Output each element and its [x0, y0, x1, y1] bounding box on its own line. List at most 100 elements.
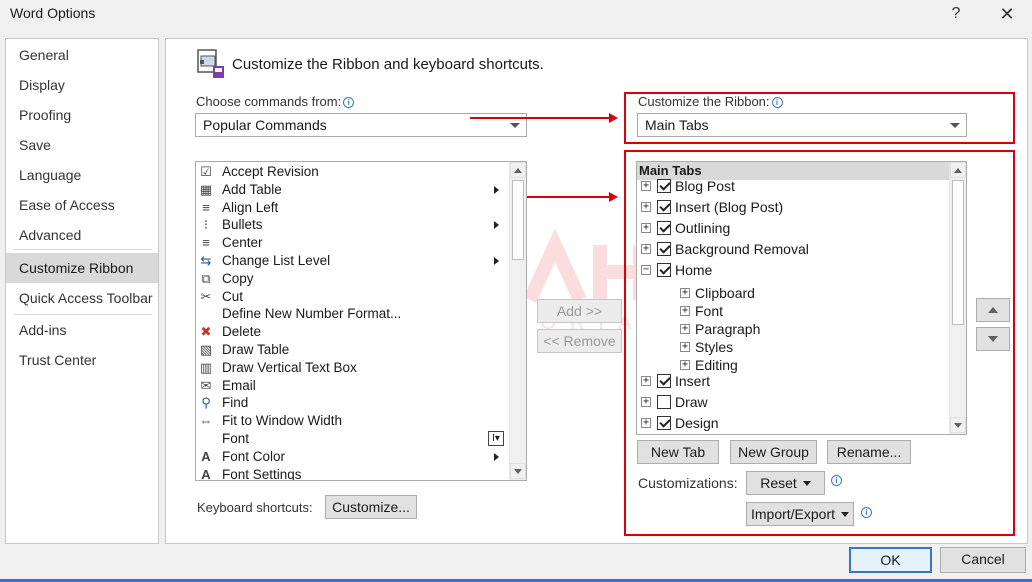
tab-checkbox[interactable] [657, 200, 671, 214]
expand-icon[interactable]: + [641, 202, 651, 212]
list-item-label: Email [222, 377, 256, 393]
list-item[interactable]: ✖ Delete [196, 323, 508, 341]
window-title: Word Options [10, 5, 96, 21]
cancel-button[interactable]: Cancel [940, 547, 1026, 573]
chevron-down-icon [802, 481, 811, 486]
scroll-up-button[interactable] [950, 162, 966, 178]
tree-item[interactable]: + Insert (Blog Post) [637, 197, 950, 218]
scroll-down-button[interactable] [510, 463, 526, 479]
rename-button[interactable]: Rename... [827, 440, 911, 464]
tree-item[interactable]: + Outlining [637, 218, 950, 239]
commands-list[interactable]: ☑ Accept Revision ▦ Add Table ≡ Align Left ⁝ Bu… [195, 161, 527, 481]
list-item-label: Accept Revision [222, 164, 319, 179]
ok-button[interactable]: OK [849, 547, 932, 573]
nav-item-quick-access-toolbar[interactable]: Quick Access Toolbar [6, 283, 158, 313]
expand-icon[interactable]: + [680, 324, 690, 334]
help-button[interactable]: ? [936, 0, 976, 28]
list-item[interactable]: ⁝ Bullets [196, 216, 508, 234]
expand-icon[interactable]: + [641, 397, 651, 407]
list-item[interactable]: ✉ Email [196, 377, 508, 395]
ribbon-tabs-tree[interactable]: Main Tabs + Blog Post + Insert (Blog Post) +… [636, 161, 967, 435]
list-item[interactable]: ▦ Add Table [196, 181, 508, 199]
nav-item-display[interactable]: Display [6, 70, 158, 100]
tab-checkbox[interactable] [657, 179, 671, 193]
commands-scrollbar[interactable] [509, 162, 526, 480]
expand-icon[interactable]: + [680, 288, 690, 298]
nav-item-advanced[interactable]: Advanced [6, 220, 158, 250]
new-group-button[interactable]: New Group [730, 440, 817, 464]
collapse-icon[interactable]: − [641, 265, 651, 275]
nav-item-customize-ribbon[interactable]: Customize Ribbon [6, 253, 158, 283]
customize-shortcuts-button[interactable]: Customize... [325, 495, 417, 519]
tree-item[interactable]: + Design [637, 413, 950, 434]
list-item-label: Change List Level [222, 253, 331, 268]
chevron-down-icon [950, 123, 960, 128]
find-icon: ⚲ [201, 395, 211, 411]
remove-button[interactable]: << Remove [537, 329, 622, 353]
nav-item-ease-of-access[interactable]: Ease of Access [6, 190, 158, 220]
list-item[interactable]: ⚲ Find [196, 394, 508, 412]
new-tab-button[interactable]: New Tab [637, 440, 719, 464]
tree-item[interactable]: + Insert [637, 371, 950, 392]
tab-checkbox[interactable] [657, 416, 671, 430]
expand-icon[interactable]: + [641, 418, 651, 428]
nav-item-trust-center[interactable]: Trust Center [6, 345, 158, 375]
tab-checkbox[interactable] [657, 395, 671, 409]
accept-revision-icon: ☑ [200, 164, 212, 179]
copy-icon: ⧉ [201, 270, 211, 286]
customize-ribbon-dropdown[interactable]: Main Tabs [637, 113, 967, 137]
scroll-up-button[interactable] [510, 162, 526, 178]
list-item[interactable]: A Font Settings [196, 466, 508, 480]
scroll-down-button[interactable] [950, 417, 966, 433]
tree-item[interactable]: + Draw [637, 392, 950, 413]
list-item[interactable]: ⇔ Fit to Window Width [196, 412, 508, 430]
list-item[interactable]: ⇆ Change List Level [196, 252, 508, 270]
list-item[interactable]: ☑ Accept Revision [196, 163, 508, 181]
list-item[interactable]: A Font Color [196, 448, 508, 466]
list-item-label: Draw Vertical Text Box [222, 359, 357, 375]
list-item-label: Font Color [222, 448, 286, 464]
expand-icon[interactable]: + [641, 223, 651, 233]
tab-checkbox[interactable] [657, 242, 671, 256]
arrow-down-icon [988, 336, 998, 342]
nav-item-save[interactable]: Save [6, 130, 158, 160]
nav-item-general[interactable]: General [6, 40, 158, 70]
import-export-button[interactable]: Import/Export [746, 502, 854, 526]
expand-icon[interactable]: + [641, 376, 651, 386]
scroll-thumb[interactable] [952, 180, 964, 325]
list-item[interactable]: ≡ Align Left [196, 199, 508, 217]
close-button[interactable]: ✕ [987, 0, 1027, 28]
info-icon: i [343, 97, 355, 108]
tree-item[interactable]: + Blog Post [637, 176, 950, 197]
expand-icon[interactable]: + [680, 342, 690, 352]
tab-checkbox[interactable] [657, 263, 671, 277]
add-button[interactable]: Add >> [537, 299, 622, 323]
list-item[interactable]: ✂ Cut [196, 288, 508, 306]
tree-item-label: Background Removal [675, 241, 809, 257]
list-item[interactable]: ▥ Draw Vertical Text Box [196, 359, 508, 377]
list-item[interactable]: Define New Number Format... [196, 305, 508, 323]
move-up-button[interactable] [976, 298, 1010, 322]
expand-icon[interactable]: + [680, 360, 690, 370]
list-item[interactable]: Font I▾ [196, 430, 508, 448]
expand-icon[interactable]: + [641, 244, 651, 254]
nav-item-add-ins[interactable]: Add-ins [6, 315, 158, 345]
list-item[interactable]: ⧉ Copy [196, 270, 508, 288]
list-item-label: Fit to Window Width [222, 413, 343, 429]
tree-scrollbar[interactable] [949, 162, 966, 434]
expand-icon[interactable]: + [641, 181, 651, 191]
tree-item-label: Home [675, 262, 713, 278]
tree-item[interactable]: − Home [637, 260, 950, 281]
list-item[interactable]: ▧ Draw Table [196, 341, 508, 359]
nav-item-proofing[interactable]: Proofing [6, 100, 158, 130]
list-item-label: Delete [222, 324, 262, 340]
nav-item-language[interactable]: Language [6, 160, 158, 190]
tree-item[interactable]: + Background Removal [637, 239, 950, 260]
expand-icon[interactable]: + [680, 306, 690, 316]
tab-checkbox[interactable] [657, 374, 671, 388]
move-down-button[interactable] [976, 327, 1010, 351]
scroll-thumb[interactable] [512, 180, 524, 260]
reset-button[interactable]: Reset [746, 471, 825, 495]
list-item[interactable]: ≡ Center [196, 234, 508, 252]
tab-checkbox[interactable] [657, 221, 671, 235]
